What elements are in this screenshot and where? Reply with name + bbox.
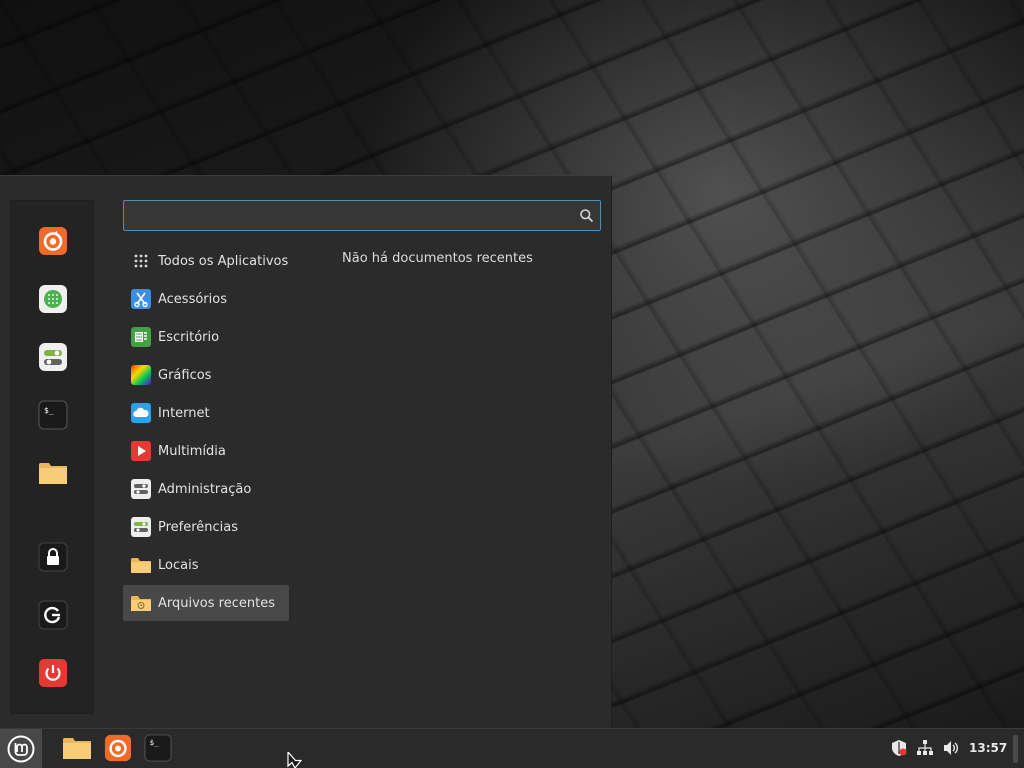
category-label: Multimídia	[158, 443, 226, 459]
recent-files-icon	[131, 593, 151, 613]
all-apps-grid-icon	[131, 251, 151, 271]
favorites-sidebar: $_	[10, 200, 94, 714]
category-label: Preferências	[158, 519, 239, 535]
category-preferences[interactable]: Preferências	[123, 509, 289, 545]
software-manager-icon[interactable]	[37, 283, 69, 315]
category-accessories[interactable]: Acessórios	[123, 281, 289, 317]
administration-icon	[131, 479, 151, 499]
clock[interactable]: 13:57	[969, 741, 1007, 755]
firefox-icon[interactable]	[103, 733, 133, 763]
category-label: Gráficos	[158, 367, 212, 383]
svg-text:$_: $_	[150, 738, 159, 747]
category-administration[interactable]: Administração	[123, 471, 289, 507]
internet-cloud-icon	[131, 403, 151, 423]
system-settings-icon[interactable]	[37, 341, 69, 373]
category-list: Todos os Aplicativos Acessórios Escritór…	[123, 243, 289, 623]
terminal-icon[interactable]: $_	[37, 399, 69, 431]
category-recent-files[interactable]: Arquivos recentes	[123, 585, 289, 621]
firefox-icon[interactable]	[37, 225, 69, 257]
places-folder-icon	[131, 555, 151, 575]
office-icon	[131, 327, 151, 347]
category-multimedia[interactable]: Multimídia	[123, 433, 289, 469]
show-desktop-button[interactable]	[1013, 735, 1018, 763]
files-folder-icon[interactable]	[62, 733, 92, 763]
category-label: Arquivos recentes	[158, 595, 275, 611]
search-icon[interactable]	[579, 208, 594, 223]
category-graphics[interactable]: Gráficos	[123, 357, 289, 393]
terminal-icon[interactable]: $_	[143, 733, 173, 763]
preferences-icon	[131, 517, 151, 537]
category-label: Administração	[158, 481, 252, 497]
category-label: Acessórios	[158, 291, 227, 307]
category-internet[interactable]: Internet	[123, 395, 289, 431]
network-icon[interactable]	[916, 739, 934, 757]
category-places[interactable]: Locais	[123, 547, 289, 583]
multimedia-icon	[131, 441, 151, 461]
mint-logo-icon	[7, 735, 35, 763]
no-recent-documents-message: Não há documentos recentes	[342, 251, 533, 266]
files-folder-icon[interactable]	[37, 457, 69, 489]
application-menu: $_ Todos os Aplicativos Acessórios Escri…	[0, 175, 612, 728]
logout-icon[interactable]	[37, 599, 69, 631]
accessories-icon	[131, 289, 151, 309]
search-input[interactable]	[124, 201, 564, 230]
category-office[interactable]: Escritório	[123, 319, 289, 355]
menu-button[interactable]	[0, 729, 42, 768]
update-shield-icon[interactable]	[890, 739, 908, 757]
category-label: Escritório	[158, 329, 220, 345]
category-all-apps[interactable]: Todos os Aplicativos	[123, 243, 289, 279]
mouse-pointer-icon	[287, 752, 303, 768]
taskbar: $_ 13:57	[0, 728, 1024, 768]
lock-screen-icon[interactable]	[37, 541, 69, 573]
svg-text:$_: $_	[44, 406, 54, 415]
search-box[interactable]	[123, 200, 601, 231]
graphics-icon	[131, 365, 151, 385]
category-label: Locais	[158, 557, 199, 573]
shutdown-icon[interactable]	[37, 657, 69, 689]
volume-icon[interactable]	[942, 739, 960, 757]
category-label: Internet	[158, 405, 210, 421]
category-label: Todos os Aplicativos	[158, 253, 289, 269]
